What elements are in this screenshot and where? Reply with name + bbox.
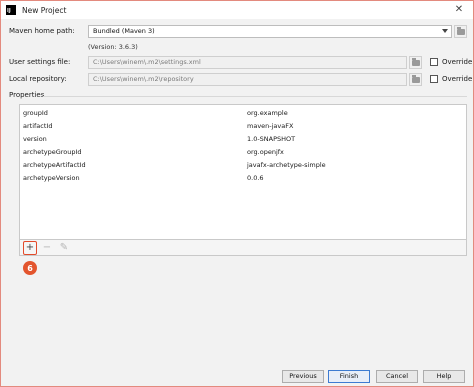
remove-property-button[interactable]: − [40,241,54,255]
finish-label: Finish [339,372,359,380]
property-value: javafx-archetype-simple [247,161,326,169]
user-settings-override-checkbox[interactable]: Override [430,58,472,66]
maven-home-browse-button[interactable] [454,25,467,38]
title-bar: IJ New Project ✕ [1,1,473,19]
maven-home-value: Bundled (Maven 3) [93,27,155,35]
properties-toolbar: + − ✎ [19,240,467,256]
property-key: artifactId [23,122,53,130]
chevron-down-icon [442,29,448,33]
user-settings-value: C:\Users\winem\.m2\settings.xml [93,58,201,66]
checkbox-box[interactable] [430,58,438,66]
property-key: archetypeVersion [23,174,80,182]
local-repo-browse-button [409,73,422,86]
add-property-button[interactable]: + [23,240,37,255]
user-settings-browse-button [409,56,422,69]
property-key: archetypeGroupId [23,148,82,156]
checkbox-box[interactable] [430,75,438,83]
cancel-button[interactable]: Cancel [376,370,418,383]
maven-home-dropdown[interactable]: Bundled (Maven 3) [88,25,452,38]
maven-version-note: (Version: 3.6.3) [88,43,138,51]
section-divider [43,96,467,97]
previous-button[interactable]: Previous [282,370,324,383]
property-value: org.example [247,109,288,117]
step-callout-badge: 6 [23,261,37,275]
intellij-app-icon: IJ [6,5,16,15]
property-value: 1.0-SNAPSHOT [247,135,296,143]
callout-number: 6 [27,263,33,273]
new-project-dialog: IJ New Project ✕ Maven home path: Bundle… [0,0,474,387]
local-repo-override-checkbox[interactable]: Override [430,75,472,83]
properties-table[interactable]: groupId org.example artifactId maven-jav… [19,104,467,240]
plus-icon: + [25,242,35,253]
pencil-icon: ✎ [59,242,69,253]
override-label: Override [442,75,473,83]
user-settings-field: C:\Users\winem\.m2\settings.xml [88,56,407,69]
table-row[interactable]: groupId org.example [20,107,466,120]
property-value: maven-javaFX [247,122,294,130]
edit-property-button[interactable]: ✎ [57,241,71,255]
property-key: groupId [23,109,48,117]
help-button[interactable]: Help [423,370,465,383]
local-repo-label: Local repository: [9,75,67,83]
properties-section-label: Properties [9,91,45,99]
local-repo-field: C:\Users\winem\.m2\repository [88,73,407,86]
previous-label: Previous [289,372,317,380]
window-title: New Project [22,5,67,15]
folder-icon [411,57,420,66]
table-row[interactable]: version 1.0-SNAPSHOT [20,133,466,146]
local-repo-value: C:\Users\winem\.m2\repository [93,75,194,83]
user-settings-label: User settings file: [9,58,71,66]
property-value: 0.0.6 [247,174,264,182]
minus-icon: − [42,242,52,253]
property-value: org.openjfx [247,148,284,156]
table-row[interactable]: archetypeVersion 0.0.6 [20,172,466,185]
property-key: version [23,135,47,143]
override-label: Override [442,58,473,66]
app-icon-text: IJ [7,8,11,14]
property-key: archetypeArtifactId [23,161,86,169]
cancel-label: Cancel [385,372,409,380]
folder-icon [411,74,420,83]
folder-icon [456,26,465,35]
table-row[interactable]: artifactId maven-javaFX [20,120,466,133]
close-icon[interactable]: ✕ [453,4,465,16]
maven-home-label: Maven home path: [9,27,75,35]
table-row[interactable]: archetypeGroupId org.openjfx [20,146,466,159]
table-row[interactable]: archetypeArtifactId javafx-archetype-sim… [20,159,466,172]
finish-button[interactable]: Finish [328,370,370,383]
help-label: Help [436,372,452,380]
